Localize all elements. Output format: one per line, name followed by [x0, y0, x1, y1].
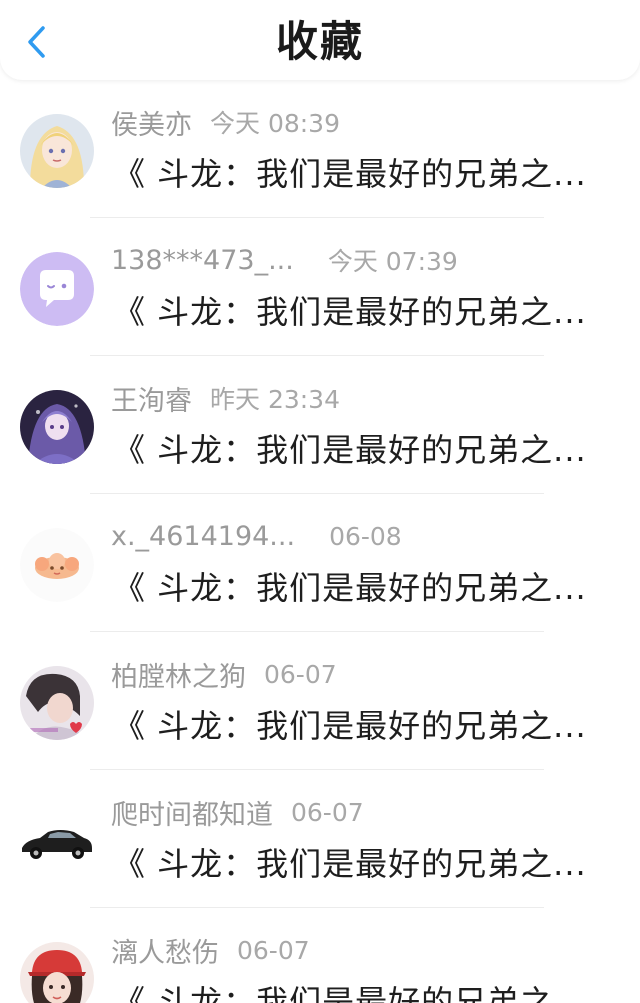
list-item[interactable]: 爬时间都知道 06-07 《 斗龙：我们是最好的兄弟之...	[0, 770, 640, 908]
item-meta: 侯美亦 今天 08:39	[111, 102, 340, 142]
item-title[interactable]: 《 斗龙：我们是最好的兄弟之...	[113, 290, 593, 334]
item-title[interactable]: 《 斗龙：我们是最好的兄弟之...	[113, 842, 593, 886]
user-name[interactable]: 侯美亦	[111, 103, 192, 142]
avatar[interactable]	[20, 942, 94, 1003]
chat-bubble-avatar-icon	[20, 252, 94, 326]
timestamp: 昨天 23:34	[210, 385, 340, 414]
list-item[interactable]: 侯美亦 今天 08:39 《 斗龙：我们是最好的兄弟之...	[0, 80, 640, 218]
list-item[interactable]: 柏膛林之狗 06-07 《 斗龙：我们是最好的兄弟之...	[0, 632, 640, 770]
list-item[interactable]: 漓人愁伤 06-07 《 斗龙：我们是最好的兄弟之...	[0, 908, 640, 1003]
timestamp: 06-07	[291, 797, 364, 827]
user-name[interactable]: 漓人愁伤	[111, 931, 219, 970]
top-bar: 收藏	[0, 0, 640, 80]
avatar[interactable]	[20, 666, 94, 740]
list-item[interactable]: x._4614194... 06-08 《 斗龙：我们是最好的兄弟之...	[0, 494, 640, 632]
avatar[interactable]	[20, 252, 94, 326]
anime-character-avatar-icon	[20, 390, 94, 464]
avatar[interactable]	[20, 528, 94, 602]
item-meta: 柏膛林之狗 06-07	[111, 654, 337, 694]
favorites-page: 收藏 侯美亦 今天 08:39 《 斗龙：我们是最好的兄弟之... 138***…	[0, 0, 640, 1003]
item-title[interactable]: 《 斗龙：我们是最好的兄弟之...	[113, 704, 593, 748]
item-meta: 王洵睿 昨天 23:34	[111, 378, 340, 418]
car-avatar-icon	[20, 804, 94, 878]
avatar[interactable]	[20, 804, 94, 878]
page-title: 收藏	[275, 17, 364, 66]
item-meta: 漓人愁伤 06-07	[111, 930, 310, 970]
user-name[interactable]: x._4614194...	[111, 521, 295, 552]
item-title[interactable]: 《 斗龙：我们是最好的兄弟之...	[113, 566, 593, 610]
item-title[interactable]: 《 斗龙：我们是最好的兄弟之...	[113, 152, 593, 196]
anime-girl-avatar-icon	[20, 114, 94, 188]
timestamp: 06-08	[329, 521, 402, 551]
item-title[interactable]: 《 斗龙：我们是最好的兄弟之...	[113, 980, 593, 1003]
item-title[interactable]: 《 斗龙：我们是最好的兄弟之...	[113, 428, 593, 472]
timestamp: 06-07	[264, 659, 337, 689]
item-meta: 138***473_... 今天 07:39	[111, 240, 458, 280]
item-meta: x._4614194... 06-08	[111, 516, 402, 556]
girl-photo-avatar-icon	[20, 942, 94, 1003]
user-name[interactable]: 王洵睿	[111, 379, 192, 418]
timestamp: 06-07	[237, 935, 310, 965]
cartoon-avatar-icon	[20, 528, 94, 602]
timestamp: 今天 07:39	[327, 247, 458, 276]
photo-avatar-icon	[20, 666, 94, 740]
list-item[interactable]: 王洵睿 昨天 23:34 《 斗龙：我们是最好的兄弟之...	[0, 356, 640, 494]
user-name[interactable]: 柏膛林之狗	[111, 655, 246, 694]
avatar[interactable]	[20, 114, 94, 188]
list-item[interactable]: 138***473_... 今天 07:39 《 斗龙：我们是最好的兄弟之...	[0, 218, 640, 356]
user-name[interactable]: 138***473_...	[111, 245, 294, 276]
item-meta: 爬时间都知道 06-07	[111, 792, 364, 832]
user-name[interactable]: 爬时间都知道	[111, 793, 273, 832]
timestamp: 今天 08:39	[210, 109, 340, 138]
avatar[interactable]	[20, 390, 94, 464]
favorites-list: 侯美亦 今天 08:39 《 斗龙：我们是最好的兄弟之... 138***473…	[0, 80, 640, 1003]
